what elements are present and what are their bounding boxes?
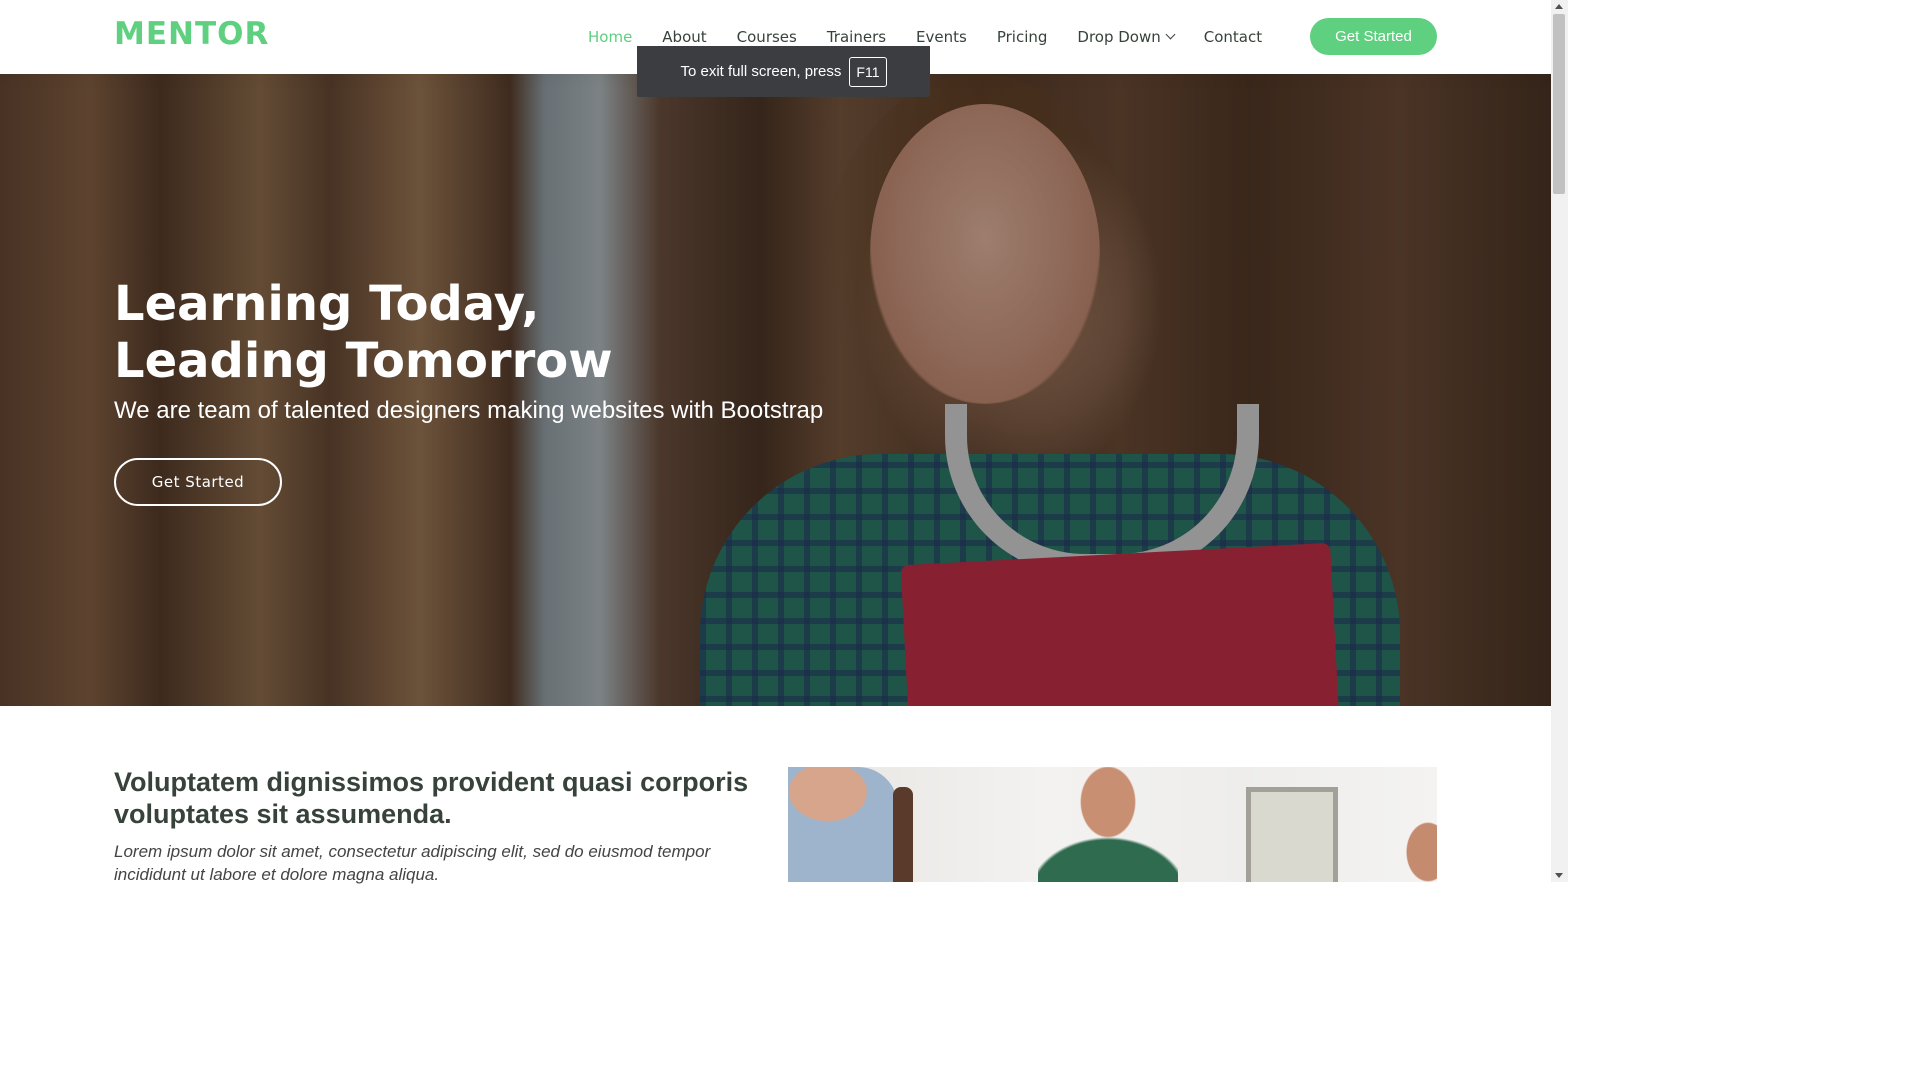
fullscreen-exit-notice: To exit full screen, press F11 xyxy=(637,46,930,97)
scroll-up-arrow-icon[interactable] xyxy=(1555,4,1563,9)
hero-title-line2: Leading Tomorrow xyxy=(114,333,613,389)
about-image-chair xyxy=(893,787,913,882)
about-image-person-right xyxy=(1403,822,1437,882)
nav-dropdown-label: Drop Down xyxy=(1077,28,1161,46)
scroll-thumb[interactable] xyxy=(1553,14,1565,194)
nav-about[interactable]: About xyxy=(647,28,721,46)
about-text: Lorem ipsum dolor sit amet, consectetur … xyxy=(114,842,711,884)
chevron-down-icon xyxy=(1165,29,1176,39)
nav-events[interactable]: Events xyxy=(901,28,982,46)
fullscreen-notice-text: To exit full screen, press xyxy=(680,63,842,80)
about-image-person-left xyxy=(788,767,898,882)
about-image-person-center xyxy=(1038,767,1178,882)
hero-section: Learning Today, Leading Tomorrow We are … xyxy=(0,74,1551,706)
about-image xyxy=(788,767,1437,882)
nav-pricing[interactable]: Pricing xyxy=(982,28,1063,46)
hero-title: Learning Today, Leading Tomorrow xyxy=(114,276,814,390)
hero-overlay xyxy=(0,74,1551,706)
nav-contact[interactable]: Contact xyxy=(1189,28,1277,46)
nav-home[interactable]: Home xyxy=(573,28,647,46)
about-image-picture-frame xyxy=(1246,787,1338,882)
scroll-down-arrow-icon[interactable] xyxy=(1555,873,1563,878)
get-started-hero-button[interactable]: Get Started xyxy=(114,458,282,506)
nav-trainers[interactable]: Trainers xyxy=(812,28,901,46)
nav-courses[interactable]: Courses xyxy=(722,28,812,46)
vertical-scrollbar[interactable] xyxy=(1551,0,1568,882)
hero-subtitle: We are team of talented designers making… xyxy=(114,397,824,424)
hero-title-line1: Learning Today, xyxy=(114,276,540,332)
site-logo[interactable]: MENTOR xyxy=(114,16,269,52)
nav-dropdown[interactable]: Drop Down xyxy=(1062,28,1188,46)
about-title: Voluptatem dignissimos provident quasi c… xyxy=(114,767,749,829)
f11-key: F11 xyxy=(849,56,887,87)
get-started-header-button[interactable]: Get Started xyxy=(1310,18,1437,55)
